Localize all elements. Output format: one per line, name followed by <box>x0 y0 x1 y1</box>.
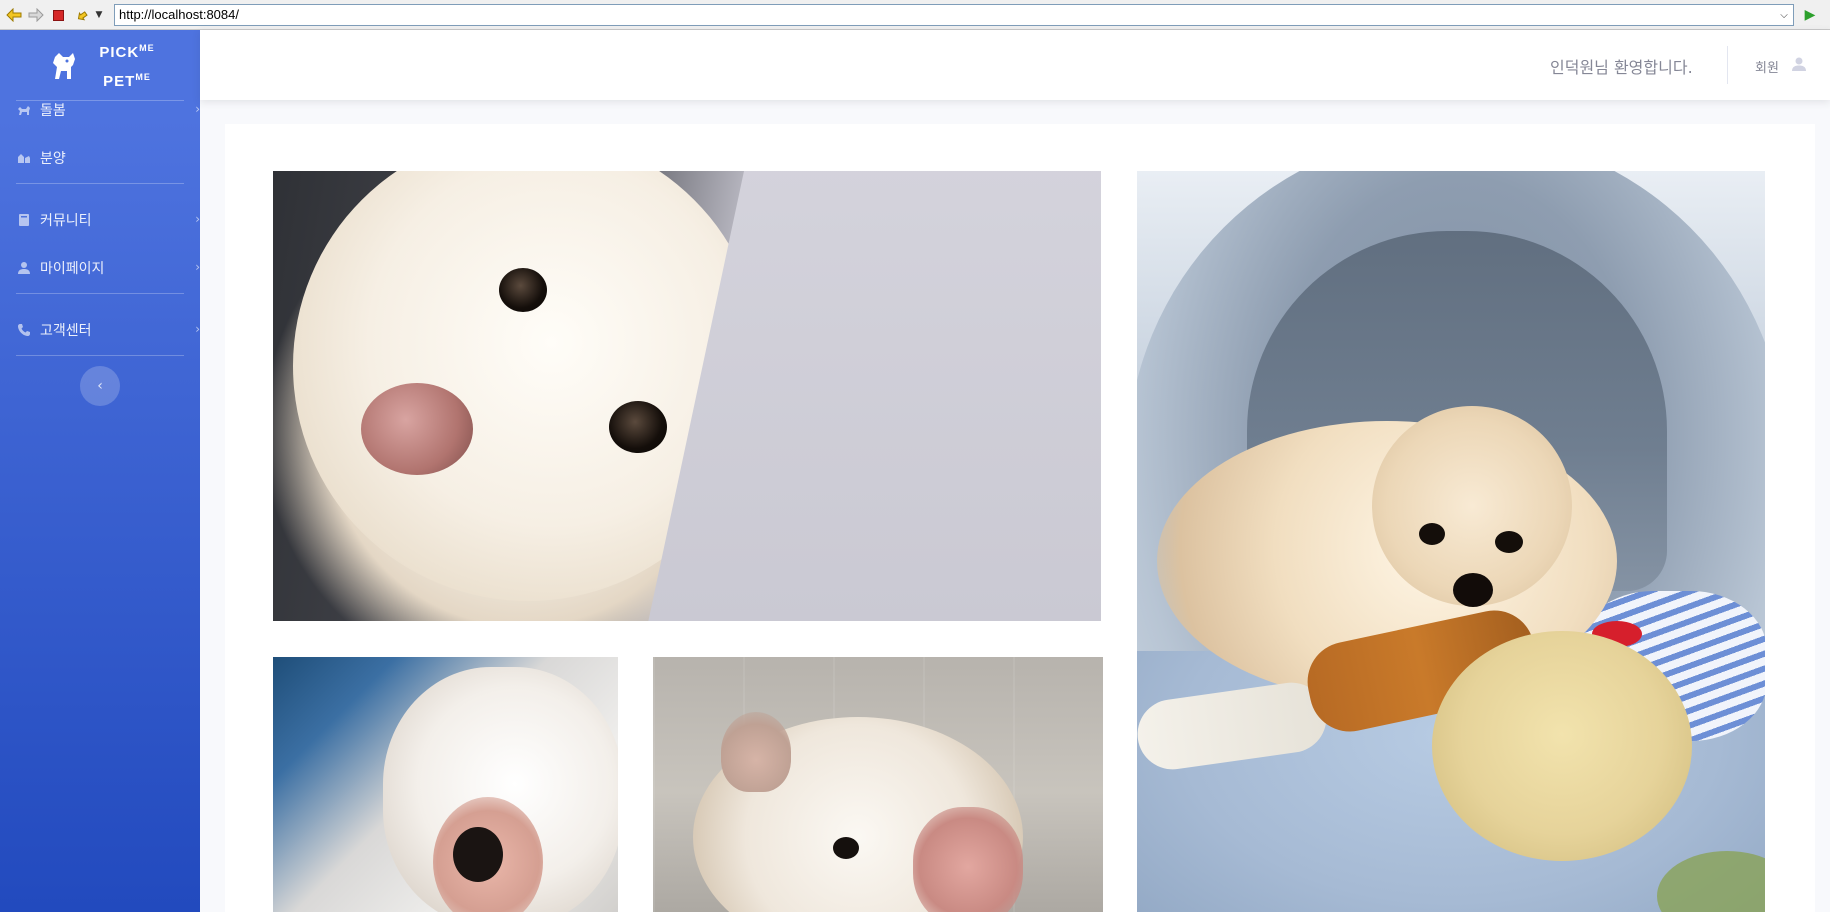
photo-dog-nose <box>453 827 503 882</box>
photo-hand <box>913 807 1023 912</box>
photo-dog-eye <box>499 268 547 312</box>
photo-dog-upside-down[interactable] <box>273 657 618 912</box>
chevron-left-icon: ‹ <box>97 378 103 394</box>
sidebar-item-adoption[interactable]: 분양 <box>0 140 200 176</box>
sidebar-divider <box>16 183 184 184</box>
topbar: 인덕원님 환영합니다. 회원 <box>200 30 1830 100</box>
photo-bear-toy <box>1432 631 1692 861</box>
address-dropdown-icon[interactable]: ⌵ <box>1777 6 1791 26</box>
photo-white-dog-closeup[interactable] <box>273 171 1101 621</box>
photo-dog-nose <box>361 383 473 475</box>
brand-line1-sup: ME <box>139 43 155 53</box>
photo-dog-eye <box>609 401 667 453</box>
go-arrow-icon[interactable]: ▶ <box>1798 4 1822 26</box>
url-text: http://localhost:8084/ <box>119 7 239 22</box>
sidebar-toggle-button[interactable]: ‹ <box>80 366 120 406</box>
dog-house-icon <box>16 150 32 166</box>
sidebar-item-support[interactable]: 고객센터 › <box>0 312 200 348</box>
user-menu[interactable]: 회원 <box>1755 56 1807 76</box>
photo-dog-held-by-hand[interactable] <box>653 657 1103 912</box>
member-label: 회원 <box>1755 60 1779 76</box>
chevron-right-icon: › <box>195 212 200 226</box>
back-arrow-icon[interactable] <box>2 3 26 27</box>
brand-line2: PET <box>103 73 136 90</box>
chevron-right-icon: › <box>195 322 200 336</box>
photo-dog-eye <box>833 837 859 859</box>
photo-dog-nose <box>1453 573 1493 607</box>
history-dropdown-icon[interactable]: ▼ <box>92 3 106 27</box>
sidebar-item-community[interactable]: 커뮤니티 › <box>0 202 200 238</box>
sidebar-item-label: 커뮤니티 <box>40 213 92 229</box>
user-icon <box>16 260 32 276</box>
forward-arrow-icon[interactable] <box>24 3 48 27</box>
phone-icon <box>16 322 32 338</box>
sidebar-item-label: 마이페이지 <box>40 261 105 277</box>
sidebar-item-label: 돌봄 <box>40 103 66 119</box>
sidebar-item-label: 분양 <box>40 151 66 167</box>
browser-toolbar: ▼ http://localhost:8084/ ⌵ ▶ <box>0 0 1830 30</box>
welcome-message: 인덕원님 환영합니다. <box>1550 58 1693 77</box>
photo-dog-eye <box>1419 523 1445 545</box>
address-bar[interactable]: http://localhost:8084/ ⌵ <box>114 4 1794 26</box>
sidebar-divider <box>16 355 184 356</box>
sidebar-item-mypage[interactable]: 마이페이지 › <box>0 250 200 286</box>
sidebar-item-label: 고객센터 <box>40 323 92 339</box>
photo-dog-ear <box>721 712 791 792</box>
photo-dog-eye <box>1495 531 1523 553</box>
brand-line2-sup: ME <box>135 72 151 82</box>
brand-name: PICKME PETME <box>99 36 154 94</box>
refresh-icon[interactable] <box>70 3 94 27</box>
sidebar-divider <box>16 293 184 294</box>
stop-icon[interactable] <box>46 3 70 27</box>
gallery-card <box>225 124 1815 912</box>
sidebar-item-care[interactable]: 돌봄 › <box>0 92 200 128</box>
photo-puppy-in-bed[interactable] <box>1137 171 1765 912</box>
sidebar: PICKME PETME 돌봄 › 분양 커뮤니티 › 마이페이지 › 고객센터… <box>0 30 200 912</box>
chevron-right-icon: › <box>195 102 200 116</box>
dog-icon <box>16 102 32 118</box>
book-icon <box>16 212 32 228</box>
topbar-divider <box>1727 46 1728 84</box>
dog-logo-icon <box>45 45 85 85</box>
chevron-right-icon: › <box>195 260 200 274</box>
user-avatar-icon <box>1791 56 1807 76</box>
brand-line1: PICK <box>99 44 140 61</box>
brand-logo[interactable]: PICKME PETME <box>0 30 200 100</box>
